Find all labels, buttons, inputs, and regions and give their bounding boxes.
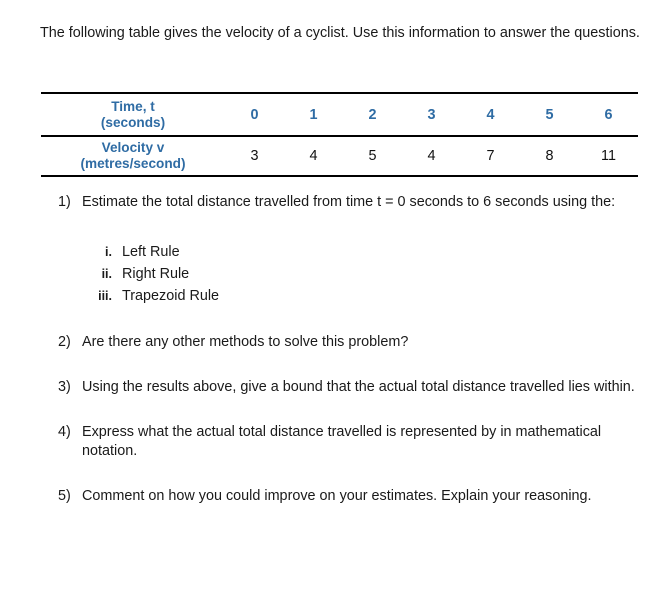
cell-time-3: 3 [402,92,461,137]
cell-time-6: 6 [579,92,638,137]
question-marker-5: 5) [58,488,71,504]
questions-list: 1) Estimate the total distance travelled… [58,193,648,506]
question-marker-4: 4) [58,424,71,440]
cell-velocity-4: 7 [461,136,520,177]
cell-velocity-0: 3 [225,136,284,177]
row-header-velocity-line1: Velocity v [101,140,165,155]
velocity-table: Time, t (seconds) 0 1 2 3 4 5 6 Velocity… [41,92,638,177]
cell-time-0: 0 [225,92,284,137]
question-text-3: Using the results above, give a bound th… [82,379,635,395]
question-marker-3: 3) [58,379,71,395]
sublist-item-ii: ii. Right Rule [82,263,648,285]
question-marker-2: 2) [58,334,71,350]
table-row-time: Time, t (seconds) 0 1 2 3 4 5 6 [41,92,638,137]
row-header-time-line1: Time, t [111,98,155,114]
sublist-marker-ii: ii. [101,267,112,281]
cell-velocity-3: 4 [402,136,461,177]
worksheet-page: The following table gives the velocity o… [0,0,666,608]
cell-velocity-2: 5 [343,136,402,177]
cell-time-2: 2 [343,92,402,137]
cell-velocity-1: 4 [284,136,343,177]
row-header-time: Time, t (seconds) [41,92,225,137]
sublist-text-i: Left Rule [122,244,180,260]
sublist-item-i: i. Left Rule [82,241,648,263]
question-text-2: Are there any other methods to solve thi… [82,334,409,350]
table-row-velocity: Velocity v (metres/second) 3 4 5 4 7 8 1… [41,136,638,177]
question-item-4: 4) Express what the actual total distanc… [58,423,648,461]
cell-time-4: 4 [461,92,520,137]
sublist-marker-i: i. [105,245,112,259]
question-text-5: Comment on how you could improve on your… [82,488,592,504]
sublist-text-iii: Trapezoid Rule [122,288,220,304]
row-header-velocity-line2: (metres/second) [80,156,186,171]
question-text-4: Express what the actual total distance t… [82,424,602,459]
cell-velocity-5: 8 [520,136,579,177]
sublist-marker-iii: iii. [98,289,112,303]
question-marker-1: 1) [58,194,71,210]
row-header-velocity: Velocity v (metres/second) [41,136,225,177]
cell-velocity-6: 11 [579,136,638,177]
question-item-2: 2) Are there any other methods to solve … [58,333,648,352]
question-item-1: 1) Estimate the total distance travelled… [58,193,648,212]
intro-paragraph: The following table gives the velocity o… [40,25,640,42]
row-header-time-line2: (seconds) [100,114,166,130]
question-1-sublist: i. Left Rule ii. Right Rule iii. Trapezo… [58,241,648,307]
cell-time-1: 1 [284,92,343,137]
question-item-5: 5) Comment on how you could improve on y… [58,487,648,506]
question-item-3: 3) Using the results above, give a bound… [58,378,648,397]
sublist-text-ii: Right Rule [122,266,190,282]
question-text-1: Estimate the total distance travelled fr… [82,194,616,210]
cell-time-5: 5 [520,92,579,137]
velocity-table-container: Time, t (seconds) 0 1 2 3 4 5 6 Velocity… [41,92,638,177]
sublist-item-iii: iii. Trapezoid Rule [82,285,648,307]
